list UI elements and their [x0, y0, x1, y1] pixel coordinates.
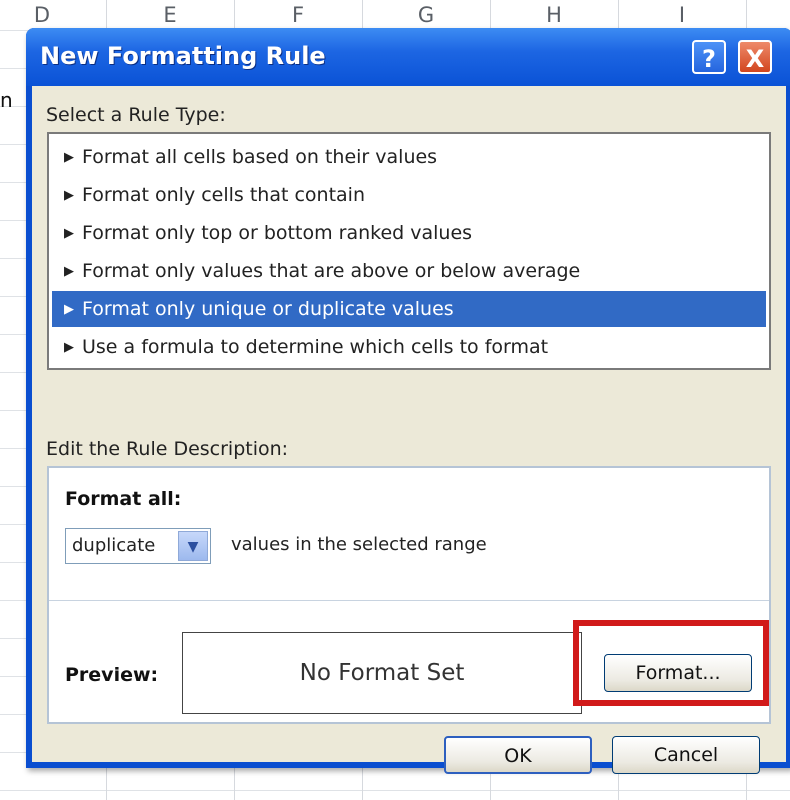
rule-type-label: Format only values that are above or bel… [82, 260, 581, 282]
rule-type-item[interactable]: ▶ Use a formula to determine which cells … [52, 329, 766, 365]
select-rule-type-label: Select a Rule Type: [46, 104, 226, 126]
dialog-title: New Formatting Rule [40, 42, 326, 70]
new-formatting-rule-dialog: New Formatting Rule ? X Select a Rule Ty… [26, 28, 790, 774]
rule-type-list: ▶ Format all cells based on their values … [47, 132, 771, 370]
values-description: values in the selected range [231, 534, 487, 555]
rule-type-item[interactable]: ▶ Format only top or bottom ranked values [52, 215, 766, 251]
preview-label: Preview: [65, 664, 159, 686]
column-header-g[interactable]: G [362, 0, 490, 30]
rule-type-item[interactable]: ▶ Format only values that are above or be… [52, 253, 766, 289]
ok-button[interactable]: OK [444, 736, 592, 774]
play-arrow-icon: ▶ [64, 340, 74, 355]
rule-description-panel: Format all: duplicate ▼ values in the se… [47, 466, 771, 724]
divider [49, 600, 769, 601]
rule-type-label: Use a formula to determine which cells t… [82, 336, 549, 358]
rule-type-label: Format only top or bottom ranked values [82, 222, 473, 244]
play-arrow-icon: ▶ [64, 150, 74, 165]
close-button[interactable]: X [738, 40, 772, 74]
rule-type-item[interactable]: ▶ Format all cells based on their values [52, 139, 766, 175]
play-arrow-icon: ▶ [64, 302, 74, 317]
rule-type-item-selected[interactable]: ▶ Format only unique or duplicate values [52, 291, 766, 327]
cancel-button[interactable]: Cancel [612, 736, 760, 774]
play-arrow-icon: ▶ [64, 226, 74, 241]
rule-type-label: Format only unique or duplicate values [82, 298, 454, 320]
rule-type-label: Format only cells that contain [82, 184, 366, 206]
format-all-dropdown[interactable]: duplicate ▼ [65, 528, 211, 564]
edit-rule-description-label: Edit the Rule Description: [46, 438, 289, 460]
rule-type-label: Format all cells based on their values [82, 146, 438, 168]
dropdown-value: duplicate [72, 535, 156, 556]
play-arrow-icon: ▶ [64, 188, 74, 203]
column-header-f[interactable]: F [234, 0, 362, 30]
dialog-title-bar[interactable]: New Formatting Rule ? X [26, 28, 790, 86]
preview-box: No Format Set [182, 632, 582, 714]
cell-text-fragment: n [0, 88, 13, 112]
format-all-label: Format all: [65, 488, 182, 510]
column-header-e[interactable]: E [106, 0, 234, 30]
rule-type-item[interactable]: ▶ Format only cells that contain [52, 177, 766, 213]
help-button[interactable]: ? [692, 40, 726, 74]
play-arrow-icon: ▶ [64, 264, 74, 279]
chevron-down-icon[interactable]: ▼ [178, 531, 208, 561]
column-header-d[interactable]: D [0, 0, 106, 30]
column-header-h[interactable]: H [490, 0, 618, 30]
dialog-body: Select a Rule Type: ▶ Format all cells ba… [32, 86, 786, 774]
format-button[interactable]: Format... [604, 654, 752, 692]
column-header-i[interactable]: I [618, 0, 746, 30]
